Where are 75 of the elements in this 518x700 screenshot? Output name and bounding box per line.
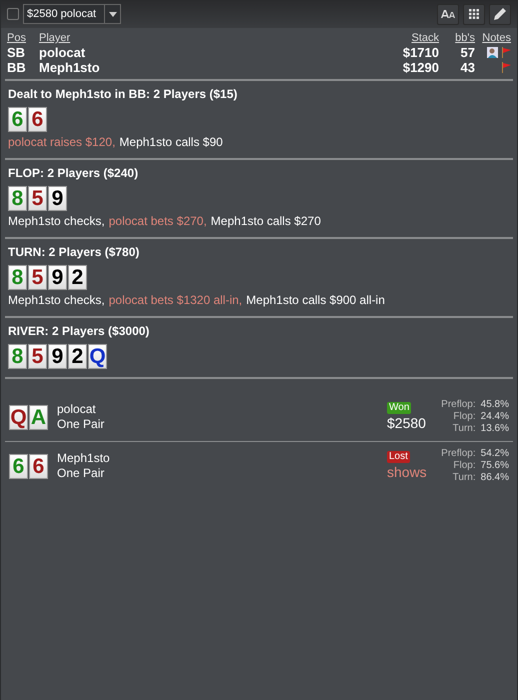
equity-value: 75.6% [480,460,509,472]
playing-card: 2 [68,265,87,290]
table-cell-text: SB [7,45,26,60]
street-heading: FLOP: 2 Players ($240) [8,165,140,181]
table-cell-text: polocat [39,45,86,60]
action-text: Meph1sto calls $900 all-in [246,293,385,308]
equity-label: Flop: [452,460,476,472]
hand-dropdown[interactable]: $2580 polocat [23,4,121,24]
playing-card: 8 [8,344,27,369]
caret-icon [108,12,116,16]
grid-icon [469,9,479,19]
equity-value: 45.8% [480,399,509,411]
table-cell-text: $1290 [402,60,439,75]
equity-label: Preflop: [441,399,476,411]
action-text: Meph1sto calls $90 [119,135,223,150]
hand-name: One Pair [57,417,104,432]
pencil-button[interactable] [489,4,511,24]
table-cell-text: BB [7,60,27,75]
action-text: polocat raises $120, [8,135,116,150]
flag-icon[interactable] [501,47,511,58]
playing-card: 9 [48,265,67,290]
playing-card: 5 [28,265,47,290]
result-badge: Lost [387,451,410,463]
equity-value: 54.2% [480,448,509,460]
action-text: Meph1sto calls $270 [210,214,321,229]
font-size-icon [441,10,455,18]
result-amount: shows [387,463,427,481]
column-header[interactable]: bb's [439,31,475,45]
player-name: polocat [57,402,97,417]
playing-card: 6 [29,454,48,478]
equity-label: Turn: [452,423,476,435]
column-header[interactable]: Pos [7,31,39,45]
playing-card: 9 [48,344,67,369]
playing-card: 8 [8,186,27,211]
playing-card: 6 [28,107,47,132]
equity-value: 24.4% [480,411,509,423]
equity-value: 86.4% [480,472,509,484]
action-text: Meph1sto checks, [8,293,105,308]
action-text: Meph1sto checks, [8,214,105,229]
action-text: polocat bets $1320 all-in, [108,293,242,308]
equity-label: Turn: [452,472,476,484]
playing-card: Q [9,404,28,430]
street-heading: RIVER: 2 Players ($3000) [8,323,150,339]
result-badge: Won [387,402,412,414]
table-cell-text: $1710 [402,45,439,60]
table-cell-text: Meph1sto [39,60,101,75]
playing-card: 8 [8,265,27,290]
playing-card: Q [88,344,107,369]
equity-value: 13.6% [480,423,509,435]
playing-card: 6 [8,107,27,132]
player-name: Meph1sto [57,451,110,466]
pencil-icon [494,8,506,20]
street-heading: TURN: 2 Players ($780) [8,244,140,260]
checkbox[interactable] [7,8,19,20]
playing-card: 6 [9,454,28,478]
column-header[interactable]: Player [39,31,379,45]
playing-card: 2 [68,344,87,369]
person-icon[interactable] [487,47,498,58]
grid-button[interactable] [463,4,485,24]
playing-card: 9 [48,186,67,211]
action-text: polocat bets $270, [108,214,207,229]
font-size-button[interactable] [437,4,459,24]
result-amount: $2580 [387,414,426,432]
table-cell-text: 43 [460,60,475,75]
column-header[interactable]: Stack [379,31,439,45]
equity-label: Preflop: [441,448,476,460]
table-cell-text: 57 [460,45,475,60]
playing-card: A [29,404,48,430]
hand-name: One Pair [57,466,106,481]
playing-card: 5 [28,186,47,211]
column-header[interactable]: Notes [475,31,511,45]
equity-label: Flop: [452,411,476,423]
flag-icon[interactable] [501,62,511,73]
street-heading: Dealt to Meph1sto in BB: 2 Players ($15) [8,86,238,102]
playing-card: 5 [28,344,47,369]
